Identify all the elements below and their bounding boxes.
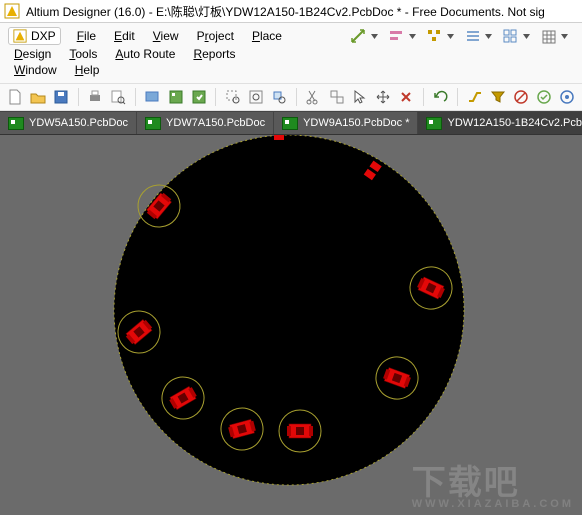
pcb-doc-icon bbox=[8, 117, 24, 130]
tool-array-icon[interactable] bbox=[502, 28, 530, 44]
select-icon[interactable] bbox=[351, 88, 368, 106]
move-icon[interactable] bbox=[374, 88, 391, 106]
tool-dimension-icon[interactable] bbox=[350, 28, 378, 44]
standard-toolbar bbox=[0, 84, 582, 111]
app-logo-icon bbox=[4, 3, 20, 19]
document-tab[interactable]: YDW5A150.PcbDoc bbox=[0, 112, 137, 134]
menu-view[interactable]: View bbox=[151, 27, 181, 45]
tab-label: YDW9A150.PcbDoc * bbox=[303, 117, 409, 129]
cross-select-icon[interactable] bbox=[328, 88, 345, 106]
save-icon[interactable] bbox=[52, 88, 69, 106]
menu-project[interactable]: Project bbox=[195, 27, 236, 45]
tab-label: YDW12A150-1B24Cv2.PcbDoc * bbox=[447, 117, 582, 129]
menu-bar: DXP File Edit View Project Place Design … bbox=[0, 23, 582, 84]
tab-label: YDW7A150.PcbDoc bbox=[166, 117, 265, 129]
pcb-doc-icon bbox=[426, 117, 442, 130]
document-tab[interactable]: YDW12A150-1B24Cv2.PcbDoc * bbox=[418, 112, 582, 134]
workspace-icon[interactable] bbox=[144, 88, 161, 106]
pcb-canvas[interactable]: 下载吧 WWW.XIAZAIBA.COM bbox=[0, 135, 582, 515]
filter-icon[interactable] bbox=[489, 88, 506, 106]
tab-label: YDW5A150.PcbDoc bbox=[29, 117, 128, 129]
tool-distribute-icon[interactable] bbox=[426, 28, 454, 44]
preview-icon[interactable] bbox=[110, 88, 127, 106]
route-icon[interactable] bbox=[466, 88, 483, 106]
browse-icon[interactable] bbox=[559, 88, 576, 106]
menu-help[interactable]: Help bbox=[73, 61, 102, 79]
window-title: Altium Designer (16.0) - E:\陈聪\灯板\YDW12A… bbox=[26, 3, 545, 20]
menu-window[interactable]: Window bbox=[12, 61, 59, 79]
library-icon[interactable] bbox=[167, 88, 184, 106]
zoom-fit-icon[interactable] bbox=[248, 88, 265, 106]
new-file-icon[interactable] bbox=[6, 88, 23, 106]
open-file-icon[interactable] bbox=[29, 88, 46, 106]
document-tab[interactable]: YDW9A150.PcbDoc * bbox=[274, 112, 418, 134]
tool-spacing-icon[interactable] bbox=[464, 28, 492, 44]
tool-align-icon[interactable] bbox=[388, 28, 416, 44]
pcb-board-view[interactable] bbox=[0, 135, 582, 515]
pcb-doc-icon bbox=[145, 117, 161, 130]
document-tab[interactable]: YDW7A150.PcbDoc bbox=[137, 112, 274, 134]
menu-file[interactable]: File bbox=[75, 27, 98, 45]
format-toolbar bbox=[350, 28, 574, 44]
dxp-label: DXP bbox=[31, 29, 56, 43]
zoom-area-icon[interactable] bbox=[224, 88, 241, 106]
highlight-off-icon[interactable] bbox=[512, 88, 529, 106]
pcb-doc-icon bbox=[282, 117, 298, 130]
dxp-menu-button[interactable]: DXP bbox=[8, 27, 61, 45]
clear-icon[interactable] bbox=[398, 88, 415, 106]
cut-icon[interactable] bbox=[305, 88, 322, 106]
compile-icon[interactable] bbox=[190, 88, 207, 106]
menu-edit[interactable]: Edit bbox=[112, 27, 137, 45]
menu-place[interactable]: Place bbox=[250, 27, 284, 45]
tool-grid-icon[interactable] bbox=[540, 28, 568, 44]
highlight-on-icon[interactable] bbox=[535, 88, 552, 106]
print-icon[interactable] bbox=[87, 88, 104, 106]
document-tabstrip: YDW5A150.PcbDoc YDW7A150.PcbDoc YDW9A150.P… bbox=[0, 111, 582, 135]
undo-icon[interactable] bbox=[432, 88, 449, 106]
title-bar: Altium Designer (16.0) - E:\陈聪\灯板\YDW12A… bbox=[0, 0, 582, 23]
zoom-selected-icon[interactable] bbox=[271, 88, 288, 106]
